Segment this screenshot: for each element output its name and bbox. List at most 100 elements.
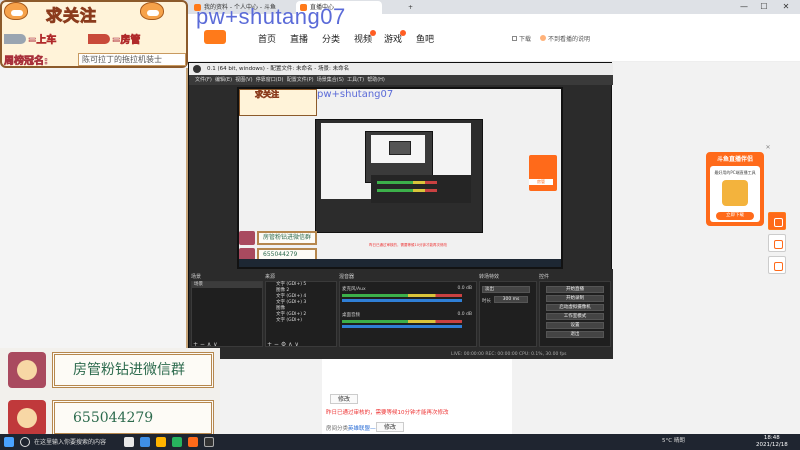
preview-box-1: 房管粉钻进微信群 xyxy=(257,231,317,245)
preview-nested-mixer xyxy=(371,175,471,203)
scene-item[interactable]: 场景 xyxy=(192,282,262,288)
stream-id-watermark: pw+shutang07 xyxy=(196,4,346,29)
exit-button[interactable]: 退出 xyxy=(546,331,604,338)
modify-button[interactable]: 修改 xyxy=(330,394,358,404)
start-streaming-button[interactable]: 开始直播 xyxy=(546,286,604,293)
scene-add-icon[interactable]: + − ∧ ∨ xyxy=(193,341,218,348)
close-window-button[interactable]: ✕ xyxy=(778,0,794,14)
nav-category[interactable]: 分类 xyxy=(322,32,340,45)
nav-video-badge xyxy=(370,30,376,36)
side-follow-button[interactable] xyxy=(768,212,786,230)
side-home-icon[interactable] xyxy=(768,234,786,252)
category-label: 房间分类: xyxy=(326,426,350,432)
menu-view[interactable]: 视图(V) xyxy=(235,77,252,83)
audio-mixer: 麦克风/Aux 0.0 dB 桌面音频 0.0 dB xyxy=(339,281,477,347)
left-overlay-column xyxy=(0,68,188,348)
taskbar-clock[interactable]: 18:48 2021/12/18 xyxy=(756,435,788,449)
header-user-link[interactable]: 不到看播的说明 xyxy=(540,34,590,43)
header-download[interactable]: 下载 xyxy=(512,34,531,43)
preview-meter xyxy=(377,181,437,184)
cat-icon xyxy=(140,2,164,20)
weather-status[interactable]: 5°C 晴朗 xyxy=(662,436,685,444)
obs-logo-icon xyxy=(193,65,201,73)
browser-taskbar-icon[interactable] xyxy=(140,437,150,447)
audio-meter xyxy=(342,294,462,297)
nav-games-badge xyxy=(400,30,406,36)
minimize-button[interactable]: — xyxy=(736,0,752,14)
audio-meter xyxy=(342,320,462,323)
preview-stream-id: pw+shutang07 xyxy=(317,89,394,100)
rocket-icon xyxy=(88,34,110,44)
preview-overlay-title: 求关注 xyxy=(255,90,280,100)
start-recording-button[interactable]: 开始录制 xyxy=(546,295,604,302)
douyu-taskbar-icon[interactable] xyxy=(188,437,198,447)
obs-taskbar-icon[interactable] xyxy=(204,437,214,447)
scenes-list[interactable]: 场景 xyxy=(191,281,263,347)
obs-title-bar: 0.1 (64 bit, windows) - 配置文件: 未命名 - 场景: … xyxy=(189,63,613,75)
transition-duration-label: 时长 xyxy=(482,299,491,304)
folder-taskbar-icon[interactable] xyxy=(156,437,166,447)
obs-window: 0.1 (64 bit, windows) - 配置文件: 未命名 - 场景: … xyxy=(188,62,613,359)
menu-tools[interactable]: 工具(T) xyxy=(347,77,364,83)
menu-help[interactable]: 帮助(H) xyxy=(367,77,385,83)
menu-profile[interactable]: 配置文件(P) xyxy=(287,77,314,83)
scenes-dock-title: 场景 xyxy=(191,274,202,280)
search-icon[interactable] xyxy=(20,437,30,447)
promo-app-icon xyxy=(722,180,748,206)
sources-list[interactable]: 文字 (GDI+) 5 图像 2 文字 (GDI+) 4 文字 (GDI+) 3… xyxy=(265,281,337,347)
sources-dock-title: 来源 xyxy=(265,274,276,280)
promo-desc: 最好用的PC端直播工具 xyxy=(714,170,756,175)
qq-penguin-icon xyxy=(8,400,46,436)
menu-docks[interactable]: 停靠窗口(D) xyxy=(256,77,284,83)
obs-status-bar: LIVE: 00:00:00 REC: 00:00:00 CPU: 0.1%, … xyxy=(189,351,613,359)
modify-category-button[interactable]: 修改 xyxy=(376,422,404,432)
wechat-taskbar-icon[interactable] xyxy=(172,437,182,447)
source-add-icon[interactable]: + − ⚙ ∧ ∨ xyxy=(267,341,299,348)
volume-slider[interactable] xyxy=(342,299,462,302)
taskbar-search-input[interactable]: 在这里输入你要搜索的内容 xyxy=(34,437,106,446)
mixer-dock-title: 混音器 xyxy=(339,274,355,280)
nav-fishbar[interactable]: 鱼吧 xyxy=(416,32,434,45)
transitions-dock-title: 转场特效 xyxy=(479,274,500,280)
notice-text: 昨日已通过审核的，需要等候10分钟才能再次修改 xyxy=(326,410,449,416)
preview-group-icon xyxy=(239,231,255,245)
volume-slider[interactable] xyxy=(342,325,462,328)
group-emblem-icon xyxy=(8,352,46,388)
overlay-title: 求关注 xyxy=(45,6,98,26)
promo-close-icon[interactable]: ✕ xyxy=(764,144,772,152)
promo-download-button[interactable]: 立即下载 xyxy=(716,212,754,220)
task-view-icon[interactable] xyxy=(124,437,134,447)
nav-home[interactable]: 首页 xyxy=(258,32,276,45)
overlay-row-admin: =房管 xyxy=(112,35,141,47)
virtual-camera-button[interactable]: 启动虚拟摄像机 xyxy=(546,304,604,311)
qq-number-box: 655044279 xyxy=(52,400,214,436)
cat-icon xyxy=(4,2,28,20)
download-icon xyxy=(512,36,517,41)
weekly-rank-label: 周榜冠名: xyxy=(4,56,49,68)
transition-select[interactable]: 淡出 xyxy=(482,286,530,293)
preview-meter xyxy=(377,189,437,192)
side-expand-icon[interactable] xyxy=(768,256,786,274)
preview-side-button: 房管 xyxy=(529,179,553,185)
nav-live[interactable]: 直播 xyxy=(290,32,308,45)
weekly-rank-name: 陈可拉丁的拖拉机装士 xyxy=(78,53,186,66)
menu-edit[interactable]: 编辑(E) xyxy=(215,77,232,83)
menu-file[interactable]: 文件(F) xyxy=(195,77,212,83)
menu-scene-collection[interactable]: 场景集合(S) xyxy=(317,77,344,83)
settings-button[interactable]: 设置 xyxy=(546,322,604,329)
transitions-panel: 淡出 时长 300 ms xyxy=(479,281,537,347)
source-item[interactable]: 文字 (GDI+) xyxy=(266,318,336,324)
preview-taskbar xyxy=(239,259,561,267)
studio-mode-button[interactable]: 工作室模式 xyxy=(546,313,604,320)
obs-menu-bar: 文件(F) 编辑(E) 视图(V) 停靠窗口(D) 配置文件(P) 场景集合(S… xyxy=(189,75,613,85)
preview-notice: 昨日已通过审核的，需要等候10分钟才能再次修改 xyxy=(369,243,447,247)
overlay-row-board: =上车 xyxy=(28,35,57,47)
douyu-logo[interactable] xyxy=(204,30,226,44)
new-tab-button[interactable]: + xyxy=(404,1,420,14)
maximize-button[interactable]: ☐ xyxy=(756,0,772,14)
preview-nested-obs-3 xyxy=(389,141,411,155)
mixer-track-label: 麦克风/Aux 0.0 dB xyxy=(342,286,472,292)
windows-start-icon[interactable] xyxy=(4,437,14,447)
preview-promo xyxy=(529,155,557,191)
transition-duration-input[interactable]: 300 ms xyxy=(494,296,528,303)
